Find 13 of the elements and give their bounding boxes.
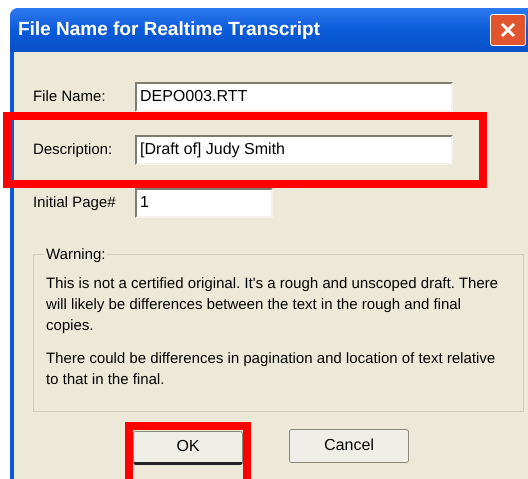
warning-text: This is not a certified original. It's a rough and unscoped draft. There will likely be differences between the text in the rough and final copies. xyxy=(46,274,500,336)
field-label: Description: xyxy=(33,140,114,160)
field-label: Initial Page# xyxy=(33,192,117,213)
warning-text: There could be differences in pagination and location of text relative to that in the final. xyxy=(46,349,496,390)
window-title: File Name for Realtime Transcript xyxy=(18,18,320,42)
input-field[interactable]: DEPO003.RTT xyxy=(135,82,453,112)
field-label: File Name: xyxy=(33,86,107,107)
close-icon xyxy=(499,21,517,39)
input-field[interactable]: 1 xyxy=(135,188,273,218)
input-field[interactable]: [Draft of] Judy Smith xyxy=(135,135,453,165)
dialog-button[interactable]: OK xyxy=(133,431,243,465)
dialog-button[interactable]: Cancel xyxy=(289,429,409,463)
close-button[interactable] xyxy=(490,14,526,46)
